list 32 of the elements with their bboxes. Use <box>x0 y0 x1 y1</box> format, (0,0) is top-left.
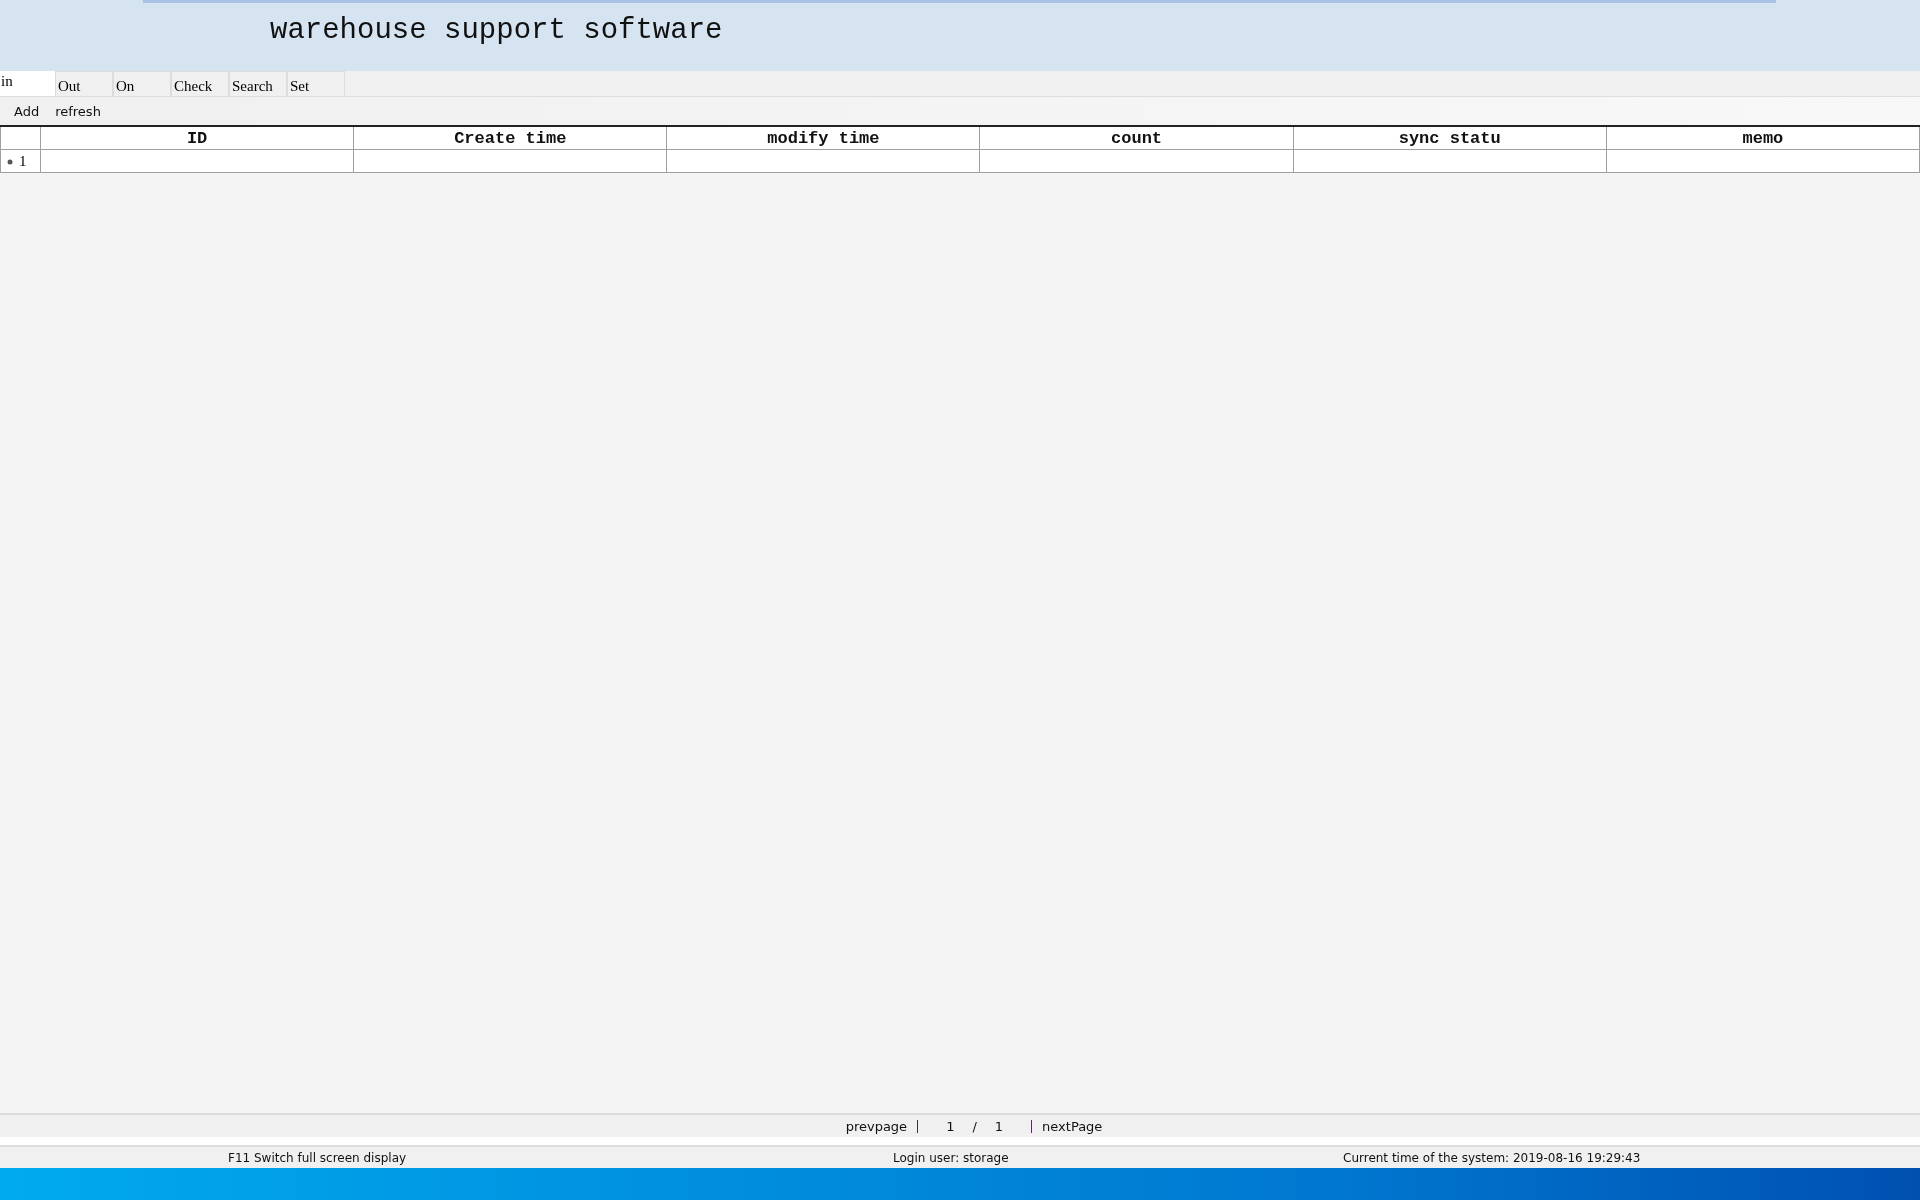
toolbar-button[interactable]: Add <box>8 101 46 121</box>
system-time: Current time of the system: 2019-08-16 19:29:43 <box>1343 1150 1642 1165</box>
next-page-link[interactable]: nextPage <box>1042 1118 1103 1134</box>
page-separator: / <box>972 1118 977 1134</box>
column-header[interactable]: sync statu <box>1293 126 1607 150</box>
row-number: 1 <box>19 152 27 169</box>
column-header[interactable]: ID <box>40 126 354 150</box>
window-title: warehouse support software <box>270 14 723 47</box>
table-cell[interactable] <box>666 149 980 173</box>
tab[interactable]: Set <box>287 71 345 96</box>
table-cell[interactable] <box>40 149 354 173</box>
table-cell[interactable] <box>979 149 1294 173</box>
tab[interactable]: Out <box>55 71 113 96</box>
table-cell[interactable] <box>353 149 667 173</box>
table-cell[interactable] <box>1293 149 1607 173</box>
toolbar-button[interactable]: refresh <box>49 101 107 121</box>
page-total: 1 <box>994 1118 1004 1134</box>
column-header[interactable]: memo <box>1606 126 1920 150</box>
column-header[interactable]: Create time <box>353 126 667 150</box>
tab[interactable]: Search <box>229 71 287 96</box>
corner-header <box>0 126 41 150</box>
status-hint: F11 Switch full screen display <box>227 1150 408 1165</box>
tab[interactable]: On <box>113 71 171 96</box>
tab[interactable]: Check <box>171 71 229 96</box>
page-number: 1 <box>946 1118 955 1134</box>
login-user: Login user: storage <box>893 1150 1010 1165</box>
row-header[interactable]: 1 <box>0 149 41 173</box>
prev-page-link[interactable]: prevpage <box>845 1118 908 1134</box>
column-header[interactable]: count <box>979 126 1294 150</box>
column-header[interactable]: modify time <box>666 126 980 150</box>
table-cell[interactable] <box>1606 149 1920 173</box>
tab[interactable]: in <box>0 71 55 96</box>
